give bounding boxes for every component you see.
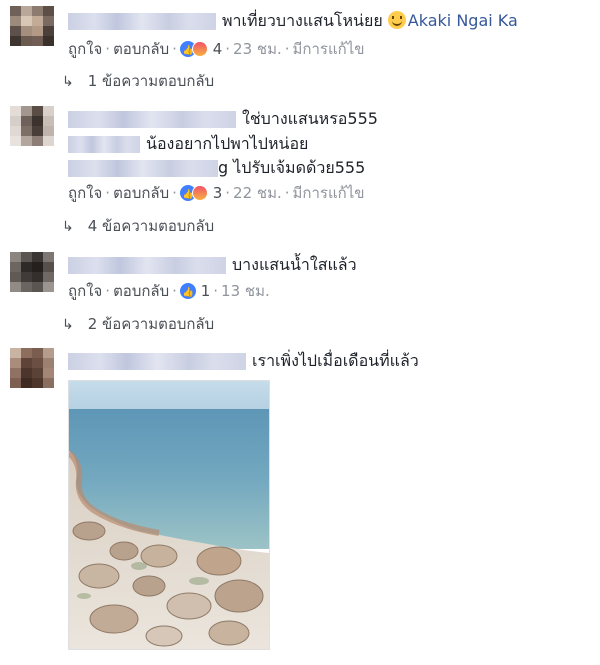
- reaction-count[interactable]: 3: [213, 184, 223, 202]
- tagged-name-tail: g: [218, 158, 229, 177]
- blurred-author-name[interactable]: [68, 111, 236, 128]
- view-replies-link[interactable]: ↳ 1 ข้อความตอบกลับ: [62, 72, 214, 91]
- timestamp[interactable]: 23 ชม.: [233, 40, 282, 58]
- comment-text: เราเพิ่งไปเมื่อเดือนที่แล้ว: [252, 351, 419, 370]
- reply-arrow-icon: ↳: [62, 219, 74, 235]
- comment-actions: ถูกใจ·ตอบกลับ· 1·13 ชม.: [68, 282, 270, 302]
- edited-label[interactable]: มีการแก้ไข: [293, 184, 365, 202]
- edited-label[interactable]: มีการแก้ไข: [293, 40, 365, 58]
- avatar[interactable]: [10, 6, 54, 46]
- blurred-author-name[interactable]: [68, 353, 246, 370]
- like-link[interactable]: ถูกใจ: [68, 184, 102, 202]
- comment-body-line-2: น้องอยากไปพาไปหน่อย: [68, 134, 308, 154]
- blurred-author-name[interactable]: [68, 13, 216, 30]
- reaction-count[interactable]: 1: [201, 282, 211, 300]
- reply-link[interactable]: ตอบกลับ: [113, 282, 169, 300]
- view-replies-link[interactable]: ↳ 4 ข้อความตอบกลับ: [62, 217, 214, 236]
- comment-body-line-3: g ไปรับเจ้มดด้วย555: [68, 158, 365, 178]
- like-link[interactable]: ถูกใจ: [68, 40, 102, 58]
- attached-beach-photo[interactable]: [68, 380, 270, 650]
- comment-actions: ถูกใจ·ตอบกลับ· 4·23 ชม.·มีการแก้ไข: [68, 40, 365, 60]
- reaction-count[interactable]: 4: [213, 40, 223, 58]
- comment-text: ไปรับเจ้มดด้วย555: [233, 158, 366, 177]
- tagged-user-link[interactable]: Akaki Ngai Ka: [408, 11, 518, 30]
- like-link[interactable]: ถูกใจ: [68, 282, 102, 300]
- angry-reaction-icon: [191, 41, 208, 57]
- reply-link[interactable]: ตอบกลับ: [113, 184, 169, 202]
- reply-arrow-icon: ↳: [62, 74, 74, 90]
- reply-link[interactable]: ตอบกลับ: [113, 40, 169, 58]
- comment-body: บางแสนน้ำใสแล้ว: [68, 255, 357, 275]
- blurred-tagged-name[interactable]: [68, 160, 218, 177]
- avatar[interactable]: [10, 252, 54, 292]
- avatar[interactable]: [10, 348, 54, 388]
- replies-count: 1 ข้อความตอบกลับ: [87, 72, 215, 90]
- like-reaction-icon: [179, 283, 196, 302]
- comment-body: เราเพิ่งไปเมื่อเดือนที่แล้ว: [68, 351, 419, 371]
- reply-arrow-icon: ↳: [62, 317, 74, 333]
- replies-count: 4 ข้อความตอบกลับ: [87, 217, 215, 235]
- view-replies-link[interactable]: ↳ 2 ข้อความตอบกลับ: [62, 315, 214, 334]
- blurred-tagged-name[interactable]: [68, 136, 140, 153]
- smile-emoji-icon: [387, 11, 406, 29]
- comment-actions: ถูกใจ·ตอบกลับ· 3·22 ชม.·มีการแก้ไข: [68, 184, 365, 204]
- comment-text: บางแสนน้ำใสแล้ว: [232, 255, 357, 274]
- comment-body: ใช่บางแสนหรอ555: [68, 109, 378, 129]
- comment-body: พาเที่ยวบางแสนโหน่ยย Akaki Ngai Ka: [68, 11, 518, 31]
- comment-text: น้องอยากไปพาไปหน่อย: [146, 134, 309, 153]
- timestamp[interactable]: 22 ชม.: [233, 184, 282, 202]
- timestamp[interactable]: 13 ชม.: [221, 282, 270, 300]
- beach-photo-image: [69, 381, 269, 649]
- comment-text: ใช่บางแสนหรอ555: [242, 109, 378, 128]
- replies-count: 2 ข้อความตอบกลับ: [87, 315, 215, 333]
- angry-reaction-icon: [191, 185, 208, 201]
- blurred-author-name[interactable]: [68, 257, 226, 274]
- avatar[interactable]: [10, 106, 54, 146]
- comment-text: พาเที่ยวบางแสนโหน่ยย: [222, 11, 383, 30]
